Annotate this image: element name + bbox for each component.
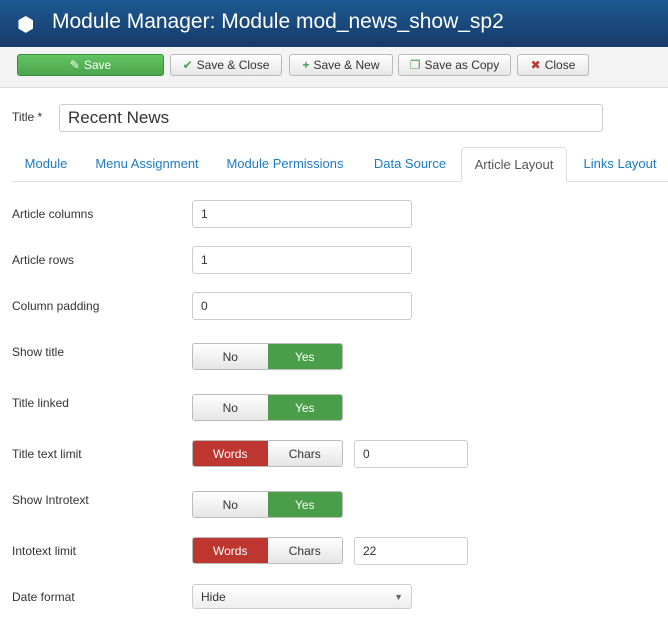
show-title-toggle: No Yes bbox=[192, 343, 343, 370]
tab-data-source[interactable]: Data Source bbox=[366, 147, 454, 181]
title-linked-toggle: No Yes bbox=[192, 394, 343, 421]
toolbar: ✎ Save ✔ Save & Close + Save & New ❐ Save as… bbox=[0, 47, 668, 88]
article-columns-label: Article columns bbox=[12, 207, 94, 221]
article-rows-label: Article rows bbox=[12, 253, 75, 267]
save-new-button[interactable]: + Save & New bbox=[289, 54, 393, 76]
save-copy-button[interactable]: ❐ Save as Copy bbox=[398, 54, 511, 76]
plus-icon: + bbox=[302, 58, 310, 72]
title-text-limit-input[interactable]: 0 bbox=[354, 440, 468, 468]
close-icon: ✖ bbox=[530, 58, 541, 72]
article-columns-input[interactable]: 1 bbox=[192, 200, 412, 228]
title-label: Title * bbox=[12, 110, 43, 124]
title-limit-chars[interactable]: Chars bbox=[267, 441, 342, 466]
tab-module[interactable]: Module bbox=[12, 147, 80, 181]
date-format-select[interactable]: Hide ▼ bbox=[192, 584, 412, 609]
show-title-no[interactable]: No bbox=[193, 344, 268, 369]
chevron-down-icon: ▼ bbox=[394, 591, 403, 602]
column-padding-input[interactable]: 0 bbox=[192, 292, 412, 320]
show-introtext-yes[interactable]: Yes bbox=[267, 492, 342, 517]
save-close-label: Save & Close bbox=[196, 58, 270, 72]
show-title-yes[interactable]: Yes bbox=[267, 344, 342, 369]
check-icon: ✔ bbox=[182, 58, 193, 72]
tab-module-permissions[interactable]: Module Permissions bbox=[222, 147, 348, 181]
edit-icon: ✎ bbox=[69, 58, 80, 72]
tab-article-layout[interactable]: Article Layout bbox=[461, 147, 567, 182]
title-text-limit-toggle: Words Chars bbox=[192, 440, 343, 467]
title-linked-label: Title linked bbox=[12, 396, 69, 410]
header: ⬢ Module Manager: Module mod_news_show_s… bbox=[0, 0, 668, 47]
save-button[interactable]: ✎ Save bbox=[17, 54, 164, 76]
introtext-limit-input[interactable]: 22 bbox=[354, 537, 468, 565]
column-padding-label: Column padding bbox=[12, 299, 100, 313]
show-introtext-no[interactable]: No bbox=[193, 492, 268, 517]
introtext-limit-toggle: Words Chars bbox=[192, 537, 343, 564]
title-text-limit-label: Title text limit bbox=[12, 447, 82, 461]
save-label: Save bbox=[83, 58, 112, 72]
copy-icon: ❐ bbox=[409, 58, 421, 72]
close-label: Close bbox=[544, 58, 576, 72]
date-format-label: Date format bbox=[12, 590, 75, 604]
save-new-label: Save & New bbox=[313, 58, 380, 72]
title-linked-yes[interactable]: Yes bbox=[267, 395, 342, 420]
save-close-button[interactable]: ✔ Save & Close bbox=[170, 54, 282, 76]
title-limit-words[interactable]: Words bbox=[193, 441, 268, 466]
page-title: Module Manager: Module mod_news_show_sp2 bbox=[52, 10, 504, 33]
title-linked-no[interactable]: No bbox=[193, 395, 268, 420]
show-introtext-toggle: No Yes bbox=[192, 491, 343, 518]
save-copy-label: Save as Copy bbox=[424, 58, 500, 72]
tabs: Module Menu Assignment Module Permission… bbox=[12, 147, 668, 182]
date-format-value: Hide bbox=[201, 589, 226, 604]
tab-links-layout[interactable]: Links Layout bbox=[575, 147, 665, 181]
close-button[interactable]: ✖ Close bbox=[517, 54, 589, 76]
cube-icon: ⬢ bbox=[17, 14, 35, 36]
show-introtext-label: Show Introtext bbox=[12, 493, 89, 507]
show-title-label: Show title bbox=[12, 345, 65, 359]
title-input[interactable]: Recent News bbox=[59, 104, 603, 132]
introtext-limit-label: Intotext limit bbox=[12, 544, 77, 558]
tab-menu-assignment[interactable]: Menu Assignment bbox=[88, 147, 206, 181]
introtext-limit-words[interactable]: Words bbox=[193, 538, 268, 563]
article-rows-input[interactable]: 1 bbox=[192, 246, 412, 274]
introtext-limit-chars[interactable]: Chars bbox=[267, 538, 342, 563]
